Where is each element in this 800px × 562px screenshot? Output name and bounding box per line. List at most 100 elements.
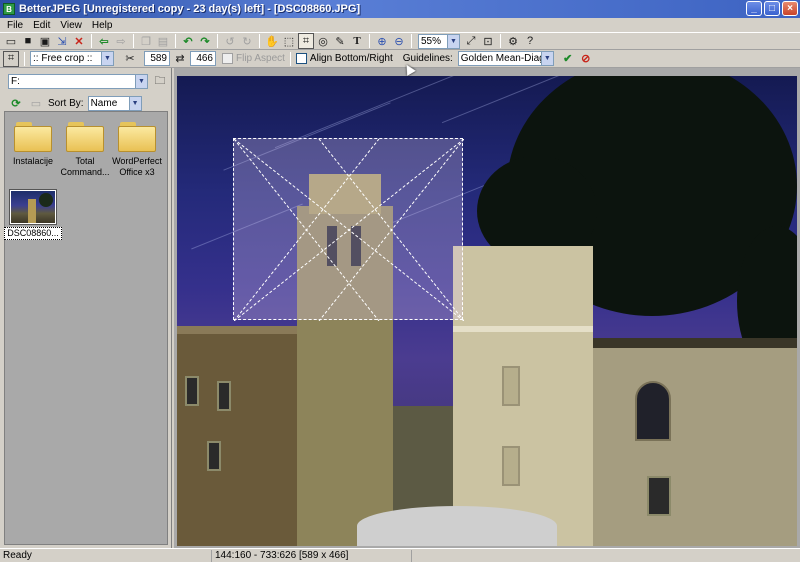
folder-item-instalacije[interactable]: Instalacije	[7, 112, 59, 167]
toolbar-separator	[91, 34, 92, 48]
up-folder-icon[interactable]: ▭	[28, 95, 44, 111]
app-icon[interactable]: B	[3, 3, 15, 15]
drive-select[interactable]: F: ▼	[8, 73, 148, 89]
toolbar-separator	[259, 34, 260, 48]
folder-icon	[118, 122, 156, 152]
menu-bar: File Edit View Help	[0, 18, 800, 32]
title-bar: B BetterJPEG [Unregistered copy - 23 day…	[0, 0, 800, 18]
folder-icon	[14, 122, 52, 152]
toolbar-separator	[217, 34, 218, 48]
chevron-down-icon: ▼	[447, 34, 459, 48]
flip-aspect-checkbox[interactable]	[222, 53, 233, 64]
forward-icon[interactable]: ⇨	[113, 33, 129, 49]
swap-dimensions-icon[interactable]: ⇄	[172, 51, 188, 67]
fit-icon[interactable]: ⤢	[463, 33, 479, 49]
export-icon[interactable]: ⇲	[54, 33, 70, 49]
select-tool-icon[interactable]: ⬚	[281, 33, 297, 49]
menu-file[interactable]: File	[2, 20, 28, 31]
maximize-button[interactable]: □	[764, 1, 780, 16]
undo-icon[interactable]: ↺	[222, 33, 238, 49]
folder-item-wordperfect[interactable]: WordPerfect Office x3	[111, 112, 163, 178]
status-bar: Ready 144:160 - 733:626 [589 x 466]	[0, 548, 800, 562]
file-browser-panel: F: ▼ 🗀 ⟳ ▭ Sort By: Name ▼ Instalacije T…	[0, 68, 172, 548]
crop-selection[interactable]	[233, 138, 464, 321]
crop-mode-value: :: Free crop ::	[33, 53, 93, 64]
crop-tool-icon[interactable]: ⌗	[298, 33, 314, 49]
status-extra	[412, 550, 800, 562]
align-checkbox[interactable]	[295, 53, 307, 64]
align-label: Align Bottom/Right	[309, 53, 393, 64]
sort-value: Name	[90, 97, 118, 109]
crop-icon[interactable]: ⌗	[3, 50, 19, 67]
crop-toolbar: ⌗ :: Free crop :: ▼ ✂ 589 ⇄ 466 Flip Asp…	[0, 50, 800, 68]
window-title: BetterJPEG [Unregistered copy - 23 day(s…	[19, 3, 361, 15]
open-icon[interactable]: ▭	[3, 33, 19, 49]
menu-help[interactable]: Help	[87, 20, 118, 31]
sort-row: ⟳ ▭ Sort By: Name ▼	[8, 95, 142, 111]
actual-size-icon[interactable]: ⊡	[480, 33, 496, 49]
photo-canvas[interactable]	[177, 76, 797, 546]
toolbar-separator	[411, 34, 412, 48]
redo-icon[interactable]: ↻	[239, 33, 255, 49]
crop-options-icon[interactable]: ✂	[122, 51, 138, 67]
back-icon[interactable]: ⇦	[96, 33, 112, 49]
sort-label: Sort By:	[48, 97, 84, 109]
cancel-icon[interactable]: ⊘	[578, 51, 594, 67]
toolbar-separator	[175, 34, 176, 48]
menu-view[interactable]: View	[55, 20, 87, 31]
folder-label: WordPerfect Office x3	[112, 156, 162, 177]
thumbnail-list[interactable]: Instalacije Total Command... WordPerfect…	[4, 111, 168, 545]
refresh-icon[interactable]: ⟳	[8, 95, 24, 111]
folder-item-total-commander[interactable]: Total Command...	[59, 112, 111, 178]
zoom-select[interactable]: 55% ▼	[418, 33, 460, 49]
crop-width-field[interactable]: 589	[144, 51, 170, 66]
chevron-down-icon: ▼	[135, 74, 147, 88]
redeye-tool-icon[interactable]: ◎	[315, 33, 331, 49]
settings-icon[interactable]: ⚙	[505, 33, 521, 49]
browse-folder-icon[interactable]: 🗀	[152, 73, 168, 89]
minimize-button[interactable]: _	[746, 1, 762, 16]
image-label: DSC08860...	[4, 227, 62, 240]
image-thumbnail	[9, 189, 57, 225]
status-coordinates: 144:160 - 733:626 [589 x 466]	[212, 549, 412, 562]
crop-height-field[interactable]: 466	[190, 51, 216, 66]
image-view[interactable]	[174, 68, 800, 548]
toolbar-separator	[500, 34, 501, 48]
folder-label: Instalacije	[12, 156, 54, 166]
zoom-value: 55%	[421, 35, 442, 47]
paste-icon[interactable]: ▤	[155, 33, 171, 49]
delete-icon[interactable]: ✕	[71, 33, 87, 49]
save-icon[interactable]: ■	[20, 33, 36, 49]
hand-tool-icon[interactable]: ✋	[264, 33, 280, 49]
golden-mean-diagonals-guide	[234, 139, 464, 321]
copy-icon[interactable]: ❐	[138, 33, 154, 49]
menu-edit[interactable]: Edit	[28, 20, 55, 31]
guidelines-select[interactable]: Golden Mean-Diagonals ▼	[457, 51, 554, 66]
toolbar-separator	[289, 51, 291, 66]
image-item-dsc08860[interactable]: DSC08860...	[4, 189, 62, 240]
clone-tool-icon[interactable]: ✎	[332, 33, 348, 49]
checkmark-icon[interactable]: ✔	[560, 51, 576, 67]
close-button[interactable]: ×	[782, 1, 798, 16]
align-option[interactable]: Align Bottom/Right	[295, 53, 393, 64]
rotate-left-icon[interactable]: ↶	[180, 33, 196, 49]
crop-mode-select[interactable]: :: Free crop :: ▼	[30, 51, 114, 66]
path-row: F: ▼ 🗀	[8, 73, 168, 89]
drive-value: F:	[11, 75, 20, 87]
chevron-down-icon: ▼	[101, 52, 113, 65]
toolbar-separator	[24, 51, 25, 66]
toolbar-separator	[369, 34, 370, 48]
main-toolbar: ▭ ■ ▣ ⇲ ✕ ⇦ ⇨ ❐ ▤ ↶ ↷ ↺ ↻ ✋ ⬚ ⌗ ◎ ✎ T ⊕ …	[0, 32, 800, 50]
chevron-down-icon: ▼	[128, 96, 141, 110]
rotate-right-icon[interactable]: ↷	[197, 33, 213, 49]
zoom-in-icon[interactable]: ⊕	[374, 33, 390, 49]
zoom-out-icon[interactable]: ⊖	[391, 33, 407, 49]
flip-aspect-label: Flip Aspect	[236, 53, 285, 64]
sort-select[interactable]: Name ▼	[87, 95, 142, 111]
save-as-icon[interactable]: ▣	[37, 33, 53, 49]
text-tool-icon[interactable]: T	[349, 33, 365, 49]
help-icon[interactable]: ?	[522, 33, 538, 49]
toolbar-separator	[133, 34, 134, 48]
folder-label: Total Command...	[60, 156, 110, 177]
flip-aspect-option[interactable]: Flip Aspect	[222, 53, 285, 64]
